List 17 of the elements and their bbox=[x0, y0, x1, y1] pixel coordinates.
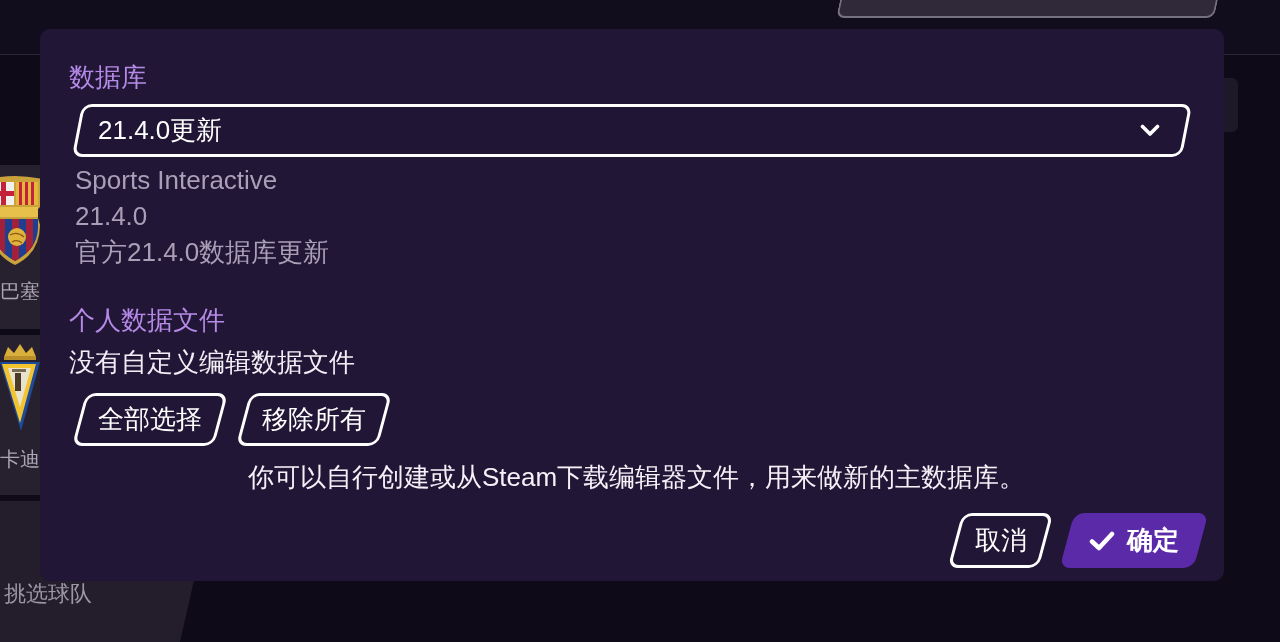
database-info-text: 21.4.0 bbox=[75, 200, 149, 233]
section-heading: 数据库 bbox=[69, 61, 147, 94]
team-name: 巴塞 bbox=[0, 279, 40, 304]
prompt-text: 挑选球队 bbox=[4, 581, 92, 607]
database-dropdown[interactable]: 21.4.0更新 bbox=[71, 104, 1193, 157]
database-info-text: Sports Interactive bbox=[75, 164, 279, 197]
cancel-button[interactable]: 取消 bbox=[947, 513, 1054, 568]
chevron-down-icon bbox=[1140, 124, 1160, 137]
check-icon bbox=[1089, 530, 1115, 551]
hint-text: 你可以自行创建或从Steam下载编辑器文件，用来做新的主数据库。 bbox=[246, 461, 1027, 494]
status-text: 没有自定义编辑数据文件 bbox=[69, 346, 355, 379]
team-name: 卡迪 bbox=[0, 447, 40, 472]
database-info-text: 官方21.4.0数据库更新 bbox=[75, 236, 330, 269]
club-crest-icon bbox=[0, 175, 40, 265]
section-heading: 个人数据文件 bbox=[69, 304, 225, 337]
version-dropdown[interactable] bbox=[836, 0, 1218, 18]
confirm-button[interactable]: 确定 bbox=[1059, 513, 1209, 568]
